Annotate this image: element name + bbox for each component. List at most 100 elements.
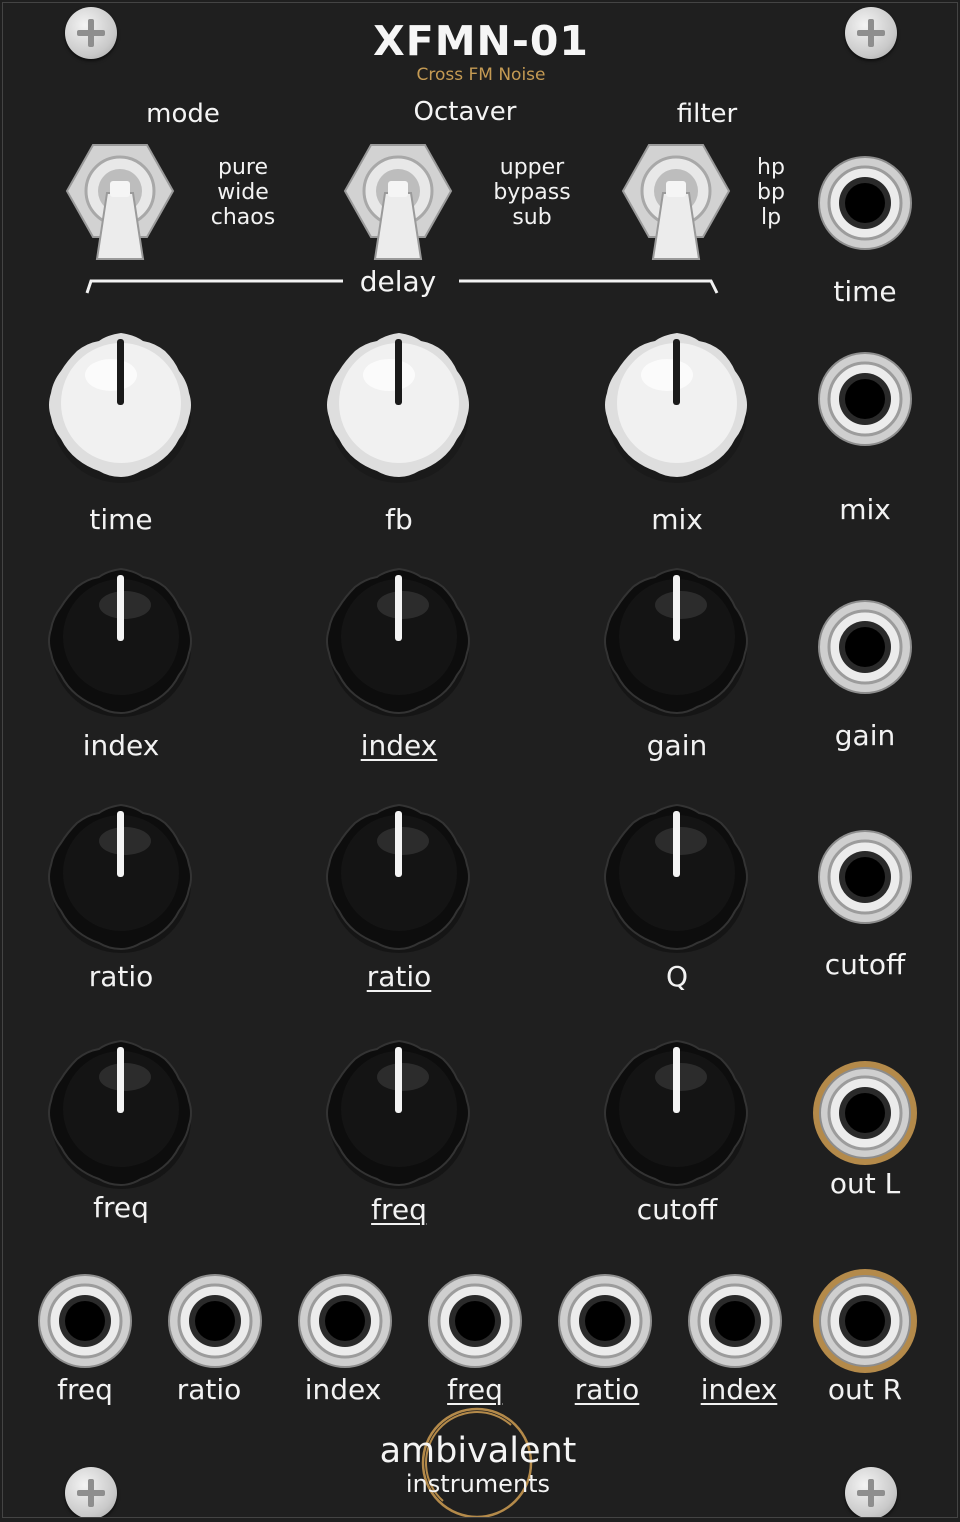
knob-black-icon: [48, 803, 192, 953]
octaver-option-upper: upper: [499, 155, 565, 180]
knob-black-icon: [48, 1039, 192, 1189]
index-cv-jack-2[interactable]: [687, 1273, 783, 1369]
mode-option-pure: pure: [217, 155, 268, 180]
freq-knob-1-label: freq: [93, 1191, 149, 1224]
ratio-knob-2[interactable]: [325, 803, 473, 953]
mix-knob[interactable]: [603, 331, 751, 483]
jack-icon: [818, 156, 912, 250]
out-l-jack[interactable]: [811, 1059, 919, 1167]
index-cv-jack-1-label: index: [304, 1373, 382, 1406]
time-cv-jack-label: time: [833, 275, 897, 308]
index-knob-2[interactable]: [325, 567, 473, 717]
mix-knob-label: mix: [651, 503, 703, 536]
mode-option-chaos: chaos: [210, 205, 276, 230]
time-knob-label: time: [89, 503, 153, 536]
freq-knob-2[interactable]: [325, 1039, 473, 1189]
filter-option-lp: lp: [760, 205, 782, 230]
mode-toggle-switch[interactable]: [63, 141, 177, 261]
cutoff-knob[interactable]: [603, 1039, 751, 1189]
freq-cv-jack-1[interactable]: [37, 1273, 133, 1369]
filter-toggle-switch[interactable]: [619, 141, 733, 261]
jack-icon: [818, 600, 912, 694]
delay-label: delay: [359, 265, 437, 298]
module-panel: XFMN-01 Cross FM Noise mode Octaver filt…: [2, 2, 958, 1518]
output-jack-icon: [813, 1061, 917, 1165]
ratio-knob-1-label: ratio: [88, 960, 154, 993]
mode-options: pure wide chaos: [193, 155, 293, 230]
knob-black-icon: [326, 803, 470, 953]
gain-cv-jack-label: gain: [834, 719, 896, 752]
screw-top-right: [845, 7, 897, 59]
brand-subname: instruments: [405, 1470, 551, 1498]
toggle-switch-icon: [343, 144, 453, 260]
jack-icon: [38, 1274, 132, 1368]
output-jack-icon: [813, 1269, 917, 1373]
index-cv-jack-2-label: index: [700, 1373, 778, 1406]
mode-option-wide: wide: [217, 180, 269, 205]
index-cv-jack-1[interactable]: [297, 1273, 393, 1369]
filter-options: hp bp lp: [741, 155, 801, 230]
brand-name: ambivalent: [379, 1431, 577, 1471]
freq-cv-jack-2[interactable]: [427, 1273, 523, 1369]
octaver-options: upper bypass sub: [473, 155, 591, 230]
ratio-cv-jack-2[interactable]: [557, 1273, 653, 1369]
index-knob-1[interactable]: [47, 567, 195, 717]
ratio-knob-1[interactable]: [47, 803, 195, 953]
time-knob[interactable]: [47, 331, 195, 483]
jack-icon: [168, 1274, 262, 1368]
screw-bottom-right: [845, 1467, 897, 1517]
knob-white-icon: [605, 333, 747, 483]
gain-cv-jack[interactable]: [817, 599, 913, 695]
knob-white-icon: [327, 333, 469, 483]
filter-option-bp: bp: [757, 180, 785, 205]
q-knob-label: Q: [665, 960, 689, 993]
knob-black-icon: [604, 567, 748, 717]
jack-icon: [818, 352, 912, 446]
freq-knob-2-label: freq: [371, 1193, 427, 1226]
jack-icon: [688, 1274, 782, 1368]
jack-icon: [298, 1274, 392, 1368]
octaver-option-sub: sub: [512, 205, 552, 230]
module-title: XFMN-01: [373, 17, 589, 65]
jack-icon: [818, 830, 912, 924]
filter-option-hp: hp: [757, 155, 785, 180]
knob-black-icon: [48, 567, 192, 717]
out-r-jack[interactable]: [811, 1267, 919, 1375]
mode-switch-label: mode: [146, 99, 220, 129]
screw-top-left: [65, 7, 117, 59]
cutoff-cv-jack-label: cutoff: [824, 948, 906, 981]
time-cv-jack[interactable]: [817, 155, 913, 251]
knob-black-icon: [604, 1039, 748, 1189]
knob-white-icon: [49, 333, 191, 483]
ratio-cv-jack-1[interactable]: [167, 1273, 263, 1369]
toggle-switch-icon: [621, 144, 731, 260]
octaver-switch-label: Octaver: [413, 97, 517, 127]
ratio-cv-jack-1-label: ratio: [176, 1373, 242, 1406]
fb-knob-label: fb: [385, 503, 413, 536]
out-l-jack-label: out L: [829, 1167, 901, 1200]
mix-cv-jack[interactable]: [817, 351, 913, 447]
knob-black-icon: [326, 567, 470, 717]
fb-knob[interactable]: [325, 331, 473, 483]
toggle-switch-icon: [65, 144, 175, 260]
jack-icon: [558, 1274, 652, 1368]
jack-icon: [428, 1274, 522, 1368]
filter-switch-label: filter: [676, 99, 738, 129]
freq-knob-1[interactable]: [47, 1039, 195, 1189]
screw-bottom-left: [65, 1467, 117, 1517]
cutoff-knob-label: cutoff: [636, 1193, 718, 1226]
gain-knob-label: gain: [646, 729, 708, 762]
mix-cv-jack-label: mix: [839, 493, 891, 526]
cutoff-cv-jack[interactable]: [817, 829, 913, 925]
index-knob-1-label: index: [82, 729, 160, 762]
q-knob[interactable]: [603, 803, 751, 953]
module-subtitle: Cross FM Noise: [416, 65, 546, 85]
octaver-toggle-switch[interactable]: [341, 141, 455, 261]
knob-black-icon: [604, 803, 748, 953]
freq-cv-jack-1-label: freq: [57, 1373, 113, 1406]
ratio-knob-2-label: ratio: [366, 960, 432, 993]
octaver-option-bypass: bypass: [493, 180, 571, 205]
index-knob-2-label: index: [360, 729, 438, 762]
ratio-cv-jack-2-label: ratio: [574, 1373, 640, 1406]
gain-knob[interactable]: [603, 567, 751, 717]
